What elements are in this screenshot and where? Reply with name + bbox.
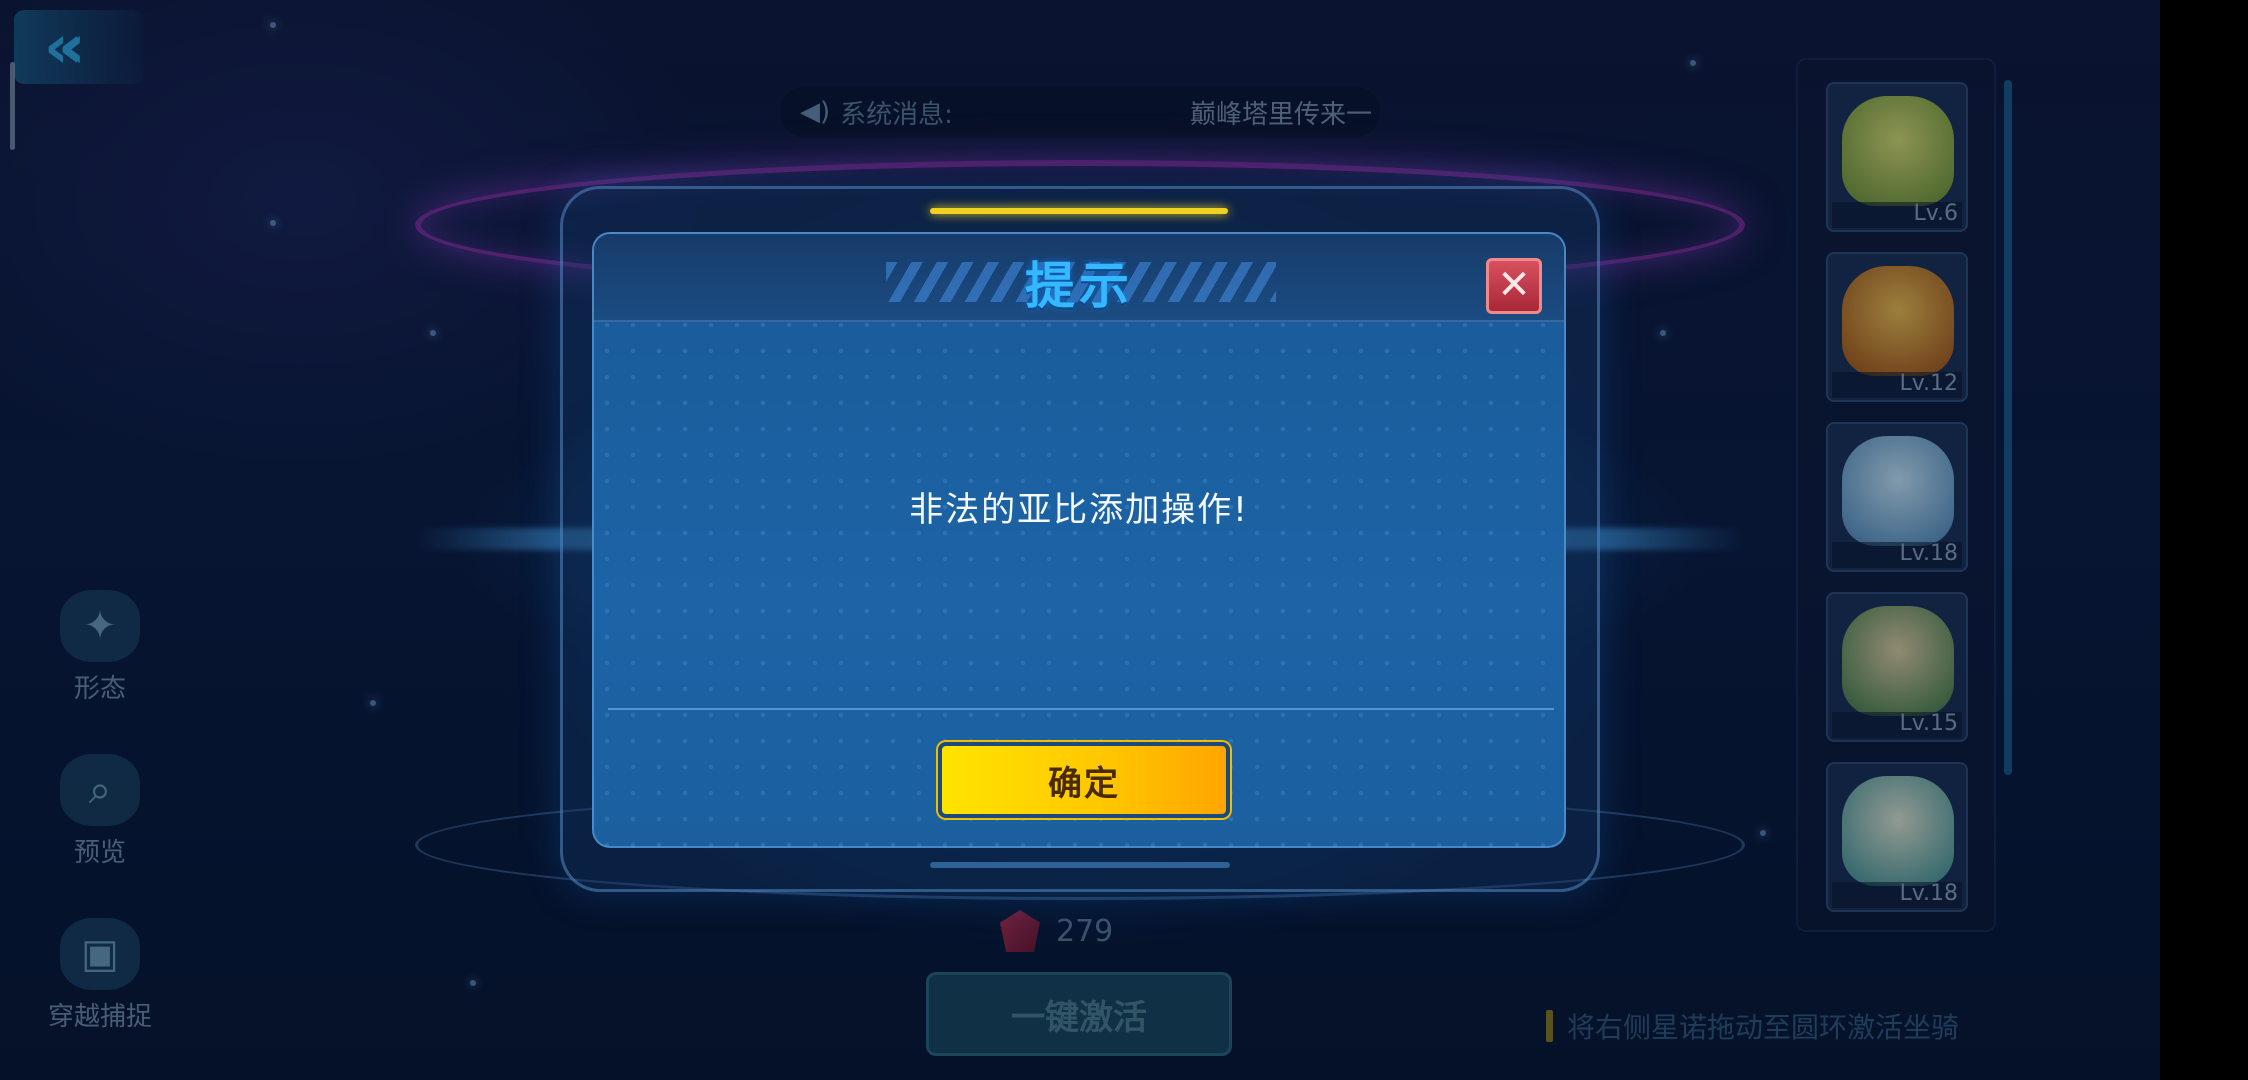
confirm-button[interactable]: 确定 bbox=[938, 742, 1230, 818]
dialog-message: 非法的亚比添加操作! bbox=[909, 490, 1249, 530]
dialog-title: 提示 bbox=[1025, 257, 1133, 315]
screen-edge bbox=[2160, 0, 2248, 1080]
alert-dialog: 提示 ✕ 非法的亚比添加操作! 确定 bbox=[592, 232, 1566, 848]
dialog-divider bbox=[608, 708, 1554, 710]
dialog-bottom-accent bbox=[930, 862, 1230, 868]
dialog-header: 提示 ✕ bbox=[594, 234, 1564, 322]
game-screen: «‹ ◀) 系统消息: 巅峰塔里传来一 ✦ 形态 ⌕ 预览 ▣ 穿越捕捉 Lv.… bbox=[0, 0, 2160, 1080]
close-button[interactable]: ✕ bbox=[1486, 258, 1542, 314]
dialog-top-accent bbox=[930, 208, 1228, 214]
